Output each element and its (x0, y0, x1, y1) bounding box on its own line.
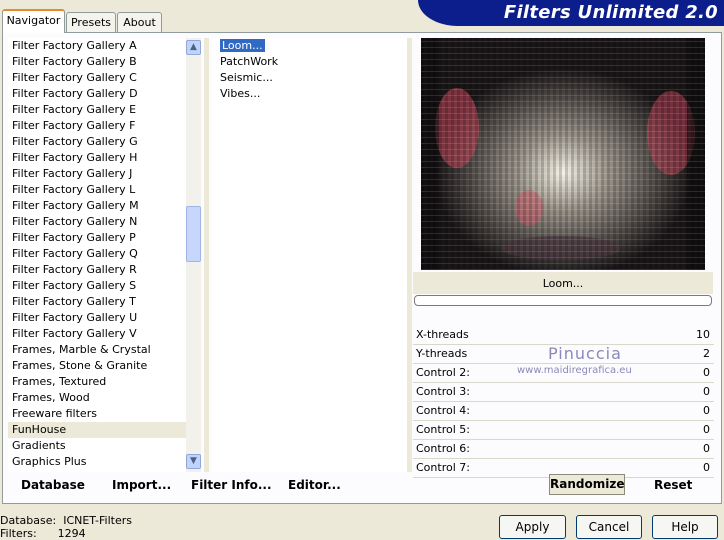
category-item[interactable]: Filter Factory Gallery R (8, 262, 186, 278)
list-divider (204, 38, 209, 472)
import-button[interactable]: Import... (112, 475, 171, 495)
control-label: Control 2: (416, 366, 470, 379)
category-item[interactable]: Filter Factory Gallery B (8, 54, 186, 70)
category-item[interactable]: Filter Factory Gallery V (8, 326, 186, 342)
category-item[interactable]: FunHouse (8, 422, 186, 438)
reset-button[interactable]: Reset (654, 475, 692, 495)
database-button[interactable]: Database (21, 475, 85, 495)
filter-item-label: Vibes... (220, 87, 261, 100)
filter-item[interactable]: Vibes... (212, 86, 407, 102)
watermark-name: Pinuccia (548, 344, 622, 363)
control-row[interactable]: Control 3: 0 (413, 383, 714, 402)
preview-filter-name: Loom... (413, 272, 713, 294)
status-filters-label: Filters: (0, 527, 37, 540)
category-item[interactable]: Filter Factory Gallery P (8, 230, 186, 246)
control-row[interactable]: Control 6: 0 (413, 440, 714, 459)
scroll-thumb[interactable] (186, 206, 201, 262)
filter-preview-image (421, 38, 705, 270)
category-item[interactable]: Filter Factory Gallery Q (8, 246, 186, 262)
filter-item-label: PatchWork (220, 55, 279, 68)
control-value: 2 (703, 347, 710, 360)
category-item[interactable]: Freeware filters (8, 406, 186, 422)
status-database-value: ICNET-Filters (63, 514, 132, 527)
filter-info-button[interactable]: Filter Info... (191, 475, 272, 495)
category-item[interactable]: Graphics Plus (8, 454, 186, 470)
app-title: Filters Unlimited 2.0 (503, 2, 718, 23)
category-list[interactable]: Filter Factory Gallery A Filter Factory G… (8, 38, 186, 472)
filter-item[interactable]: PatchWork (212, 54, 407, 70)
filter-list[interactable]: Loom... PatchWork Seismic... Vibes... (212, 38, 407, 472)
progress-bar (414, 295, 712, 306)
control-label: Control 5: (416, 423, 470, 436)
category-item[interactable]: Filter Factory Gallery M (8, 198, 186, 214)
filter-item[interactable]: Loom... (212, 38, 407, 54)
category-item[interactable]: Filter Factory Gallery C (8, 70, 186, 86)
control-value: 0 (703, 461, 710, 474)
apply-button[interactable]: Apply (499, 515, 566, 539)
control-label: Control 4: (416, 404, 470, 417)
control-label: X-threads (416, 328, 469, 341)
watermark-url: www.maidiregrafica.eu (517, 365, 632, 376)
category-item[interactable]: Frames, Wood (8, 390, 186, 406)
control-value: 0 (703, 366, 710, 379)
filter-item[interactable]: Seismic... (212, 70, 407, 86)
category-scrollbar[interactable]: ▲ ▼ (186, 38, 201, 472)
control-label: Control 7: (416, 461, 470, 474)
status-database-label: Database: (0, 514, 57, 527)
category-item[interactable]: Filter Factory Gallery E (8, 102, 186, 118)
control-row[interactable]: X-threads 10 (413, 326, 714, 345)
control-label: Control 3: (416, 385, 470, 398)
status-area: Database: ICNET-Filters Filters: 1294 (0, 514, 132, 540)
category-item[interactable]: Frames, Marble & Crystal (8, 342, 186, 358)
scroll-down-icon[interactable]: ▼ (186, 454, 201, 469)
editor-button[interactable]: Editor... (288, 475, 341, 495)
cancel-button[interactable]: Cancel (576, 515, 642, 539)
filter-item-label: Loom... (220, 39, 265, 52)
control-value: 0 (703, 442, 710, 455)
category-item[interactable]: Filter Factory Gallery G (8, 134, 186, 150)
control-row[interactable]: Control 4: 0 (413, 402, 714, 421)
category-item[interactable]: Filter Factory Gallery A (8, 38, 186, 54)
category-item[interactable]: Filter Factory Gallery N (8, 214, 186, 230)
category-item[interactable]: Frames, Textured (8, 374, 186, 390)
control-value: 10 (696, 328, 710, 341)
category-item[interactable]: Frames, Stone & Granite (8, 358, 186, 374)
control-label: Control 6: (416, 442, 470, 455)
control-row[interactable]: Control 5: 0 (413, 421, 714, 440)
control-label: Y-threads (416, 347, 468, 360)
category-item[interactable]: Filter Factory Gallery D (8, 86, 186, 102)
control-value: 0 (703, 385, 710, 398)
category-item[interactable]: Filter Factory Gallery F (8, 118, 186, 134)
category-item[interactable]: Filter Factory Gallery H (8, 150, 186, 166)
category-item[interactable]: Filter Factory Gallery J (8, 166, 186, 182)
randomize-button[interactable]: Randomize (549, 474, 625, 495)
control-value: 0 (703, 404, 710, 417)
category-item[interactable]: Filter Factory Gallery S (8, 278, 186, 294)
filter-item-label: Seismic... (220, 71, 273, 84)
scroll-up-icon[interactable]: ▲ (186, 40, 201, 55)
list-divider (407, 38, 412, 472)
help-button[interactable]: Help (652, 515, 718, 539)
category-item[interactable]: Gradients (8, 438, 186, 454)
control-value: 0 (703, 423, 710, 436)
category-item[interactable]: Filter Factory Gallery L (8, 182, 186, 198)
tab-navigator[interactable]: Navigator (2, 9, 65, 33)
category-item[interactable]: Filter Factory Gallery U (8, 310, 186, 326)
tab-about[interactable]: About (117, 12, 162, 32)
category-item[interactable]: Filter Factory Gallery T (8, 294, 186, 310)
tab-presets[interactable]: Presets (66, 12, 116, 32)
status-filters-value: 1294 (57, 527, 86, 540)
